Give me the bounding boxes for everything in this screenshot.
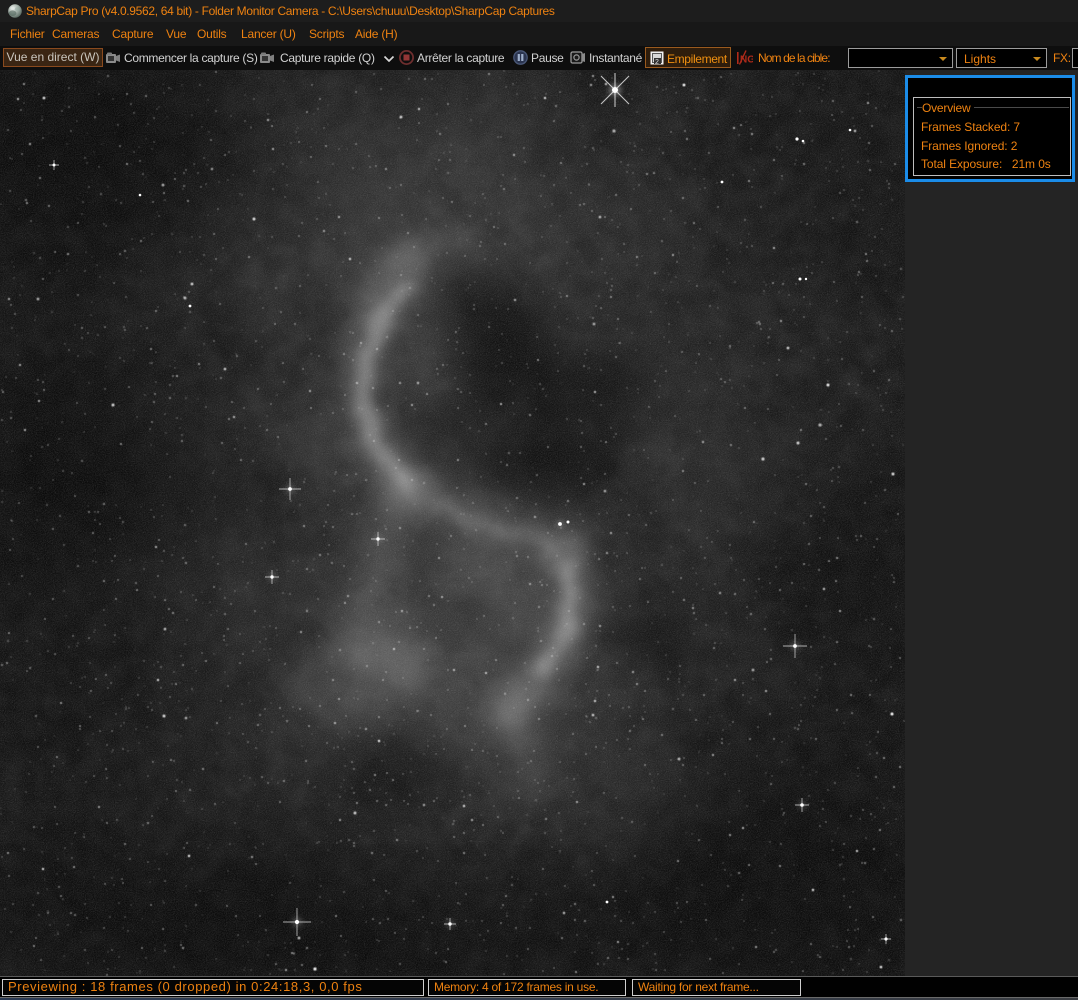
svg-text:2: 2 xyxy=(655,59,659,65)
